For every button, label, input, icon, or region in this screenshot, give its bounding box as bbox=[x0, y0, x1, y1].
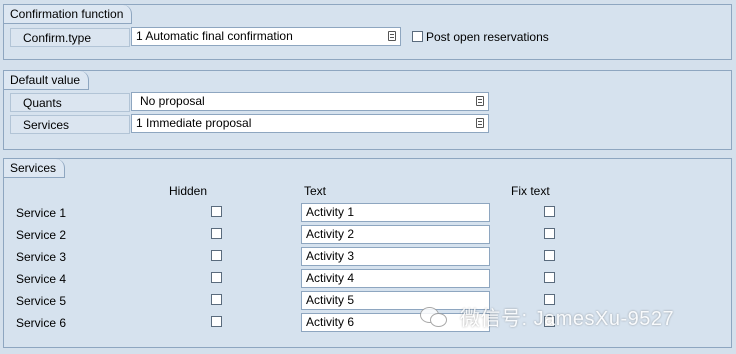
quants-field[interactable]: No proposal bbox=[131, 92, 489, 111]
group-title-confirmation: Confirmation function bbox=[4, 5, 133, 24]
confirm-type-value: 1 Automatic final confirmation bbox=[136, 29, 293, 43]
fix-text-checkbox[interactable] bbox=[544, 272, 555, 283]
group-title-services: Services bbox=[4, 159, 66, 178]
services-default-label: Services bbox=[10, 115, 130, 134]
confirmation-function-group: Confirmation function Confirm.type 1 Aut… bbox=[3, 4, 732, 60]
services-default-value: 1 Immediate proposal bbox=[136, 116, 252, 130]
service-text-field[interactable]: Activity 1 bbox=[301, 203, 490, 222]
watermark-text: 微信号: JamesXu-9527 bbox=[460, 307, 675, 330]
wechat-icon bbox=[420, 305, 450, 327]
hidden-checkbox[interactable] bbox=[211, 206, 222, 217]
default-value-group: Default value Quants No proposal Service… bbox=[3, 70, 732, 150]
group-title-default: Default value bbox=[4, 71, 90, 90]
fix-text-checkbox[interactable] bbox=[544, 250, 555, 261]
confirm-type-label: Confirm.type bbox=[10, 28, 130, 47]
f4-help-icon[interactable] bbox=[476, 96, 484, 106]
fix-text-checkbox[interactable] bbox=[544, 206, 555, 217]
service-label: Service 4 bbox=[16, 272, 67, 286]
quants-label: Quants bbox=[10, 93, 130, 112]
hidden-checkbox[interactable] bbox=[211, 250, 222, 261]
confirm-type-field[interactable]: 1 Automatic final confirmation bbox=[131, 27, 401, 46]
service-text-field[interactable]: Activity 3 bbox=[301, 247, 490, 266]
service-label: Service 3 bbox=[16, 250, 67, 264]
service-label: Service 1 bbox=[16, 206, 67, 220]
column-header-fix-text: Fix text bbox=[511, 184, 550, 198]
f4-help-icon[interactable] bbox=[476, 118, 484, 128]
f4-help-icon[interactable] bbox=[388, 31, 396, 41]
hidden-checkbox[interactable] bbox=[211, 294, 222, 305]
post-open-reservations-label: Post open reservations bbox=[426, 30, 549, 44]
hidden-checkbox[interactable] bbox=[211, 228, 222, 239]
services-default-field[interactable]: 1 Immediate proposal bbox=[131, 114, 489, 133]
service-text-field[interactable]: Activity 4 bbox=[301, 269, 490, 288]
service-text-field[interactable]: Activity 2 bbox=[301, 225, 490, 244]
service-label: Service 6 bbox=[16, 316, 67, 330]
hidden-checkbox[interactable] bbox=[211, 272, 222, 283]
post-open-reservations-checkbox[interactable] bbox=[412, 31, 423, 42]
hidden-checkbox[interactable] bbox=[211, 316, 222, 327]
column-header-hidden: Hidden bbox=[169, 184, 208, 198]
service-label: Service 2 bbox=[16, 228, 67, 242]
quants-value: No proposal bbox=[140, 94, 205, 108]
watermark: 微信号: JamesXu-9527 bbox=[420, 302, 674, 330]
service-label: Service 5 bbox=[16, 294, 67, 308]
column-header-text: Text bbox=[304, 184, 327, 198]
fix-text-checkbox[interactable] bbox=[544, 228, 555, 239]
